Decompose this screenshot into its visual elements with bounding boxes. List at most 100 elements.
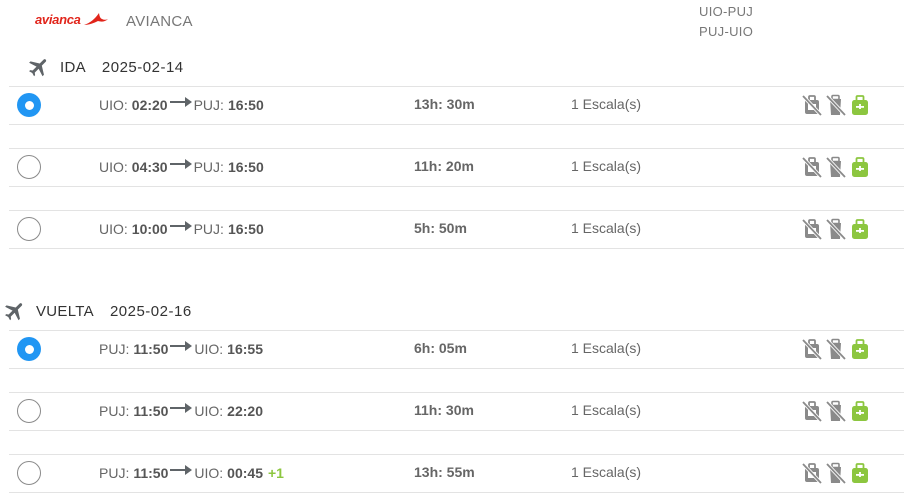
arrow-right-icon (169, 219, 192, 233)
carry-on-bag-icon (850, 156, 870, 178)
arrow-right-icon (169, 157, 192, 171)
carry-on-bag-icon (850, 218, 870, 240)
arrival-time: 16:55 (227, 341, 263, 357)
arrow-right-icon (170, 463, 193, 477)
flight-select-radio[interactable] (17, 93, 41, 117)
departure-time: 02:20 (131, 97, 168, 113)
departure-time: 11:50 (133, 403, 169, 419)
departure-time: 10:00 (131, 221, 168, 237)
no-personal-bag-icon (825, 156, 847, 179)
bird-logo-icon (83, 11, 109, 27)
flight-duration: 13h: 30m (414, 96, 475, 112)
flight-option-row[interactable]: PUJ: 11:50 UIO: 16:55 6h: 05m 1 Escala(s) (9, 330, 904, 369)
origin-code: UIO: (99, 97, 128, 113)
arrival-time: 22:20 (227, 403, 263, 419)
baggage-icons (801, 218, 870, 241)
route-list: UIO-PUJ PUJ-UIO (699, 2, 753, 42)
flight-times: PUJ: 11:50 UIO: 16:55 (99, 341, 263, 357)
arrival-time: 16:50 (227, 97, 264, 113)
carry-on-bag-icon (850, 400, 870, 422)
carry-on-bag-icon (850, 462, 870, 484)
header: avianca AVIANCA UIO-PUJ PUJ-UIO (0, 0, 904, 45)
flight-times: PUJ: 11:50 UIO: 00:45 +1 (99, 465, 284, 481)
airline-logo: avianca (35, 11, 109, 27)
origin-code: PUJ: (99, 465, 130, 481)
flight-stops: 1 Escala(s) (571, 158, 642, 174)
next-day-indicator: +1 (267, 465, 284, 481)
flight-option-row[interactable]: PUJ: 11:50 UIO: 00:45 +1 13h: 55m 1 Escala(s) (9, 454, 904, 493)
flight-duration: 5h: 50m (414, 220, 467, 236)
flight-option-row[interactable]: UIO: 02:20 PUJ: 16:50 13h: 30m 1 Escala(s) (9, 86, 904, 125)
baggage-icons (801, 156, 870, 179)
origin-code: PUJ: (99, 341, 130, 357)
carry-on-bag-icon (850, 338, 870, 360)
no-personal-bag-icon (825, 462, 847, 485)
baggage-icons (801, 338, 870, 361)
arrow-right-icon (169, 95, 192, 109)
flight-times: UIO: 04:30 PUJ: 16:50 (99, 159, 264, 175)
destination-code: PUJ: (193, 221, 224, 237)
no-personal-bag-icon (825, 400, 847, 423)
flight-stops: 1 Escala(s) (571, 464, 642, 480)
airplane-icon (3, 299, 27, 323)
route-outbound: UIO-PUJ (699, 4, 754, 19)
no-checked-bag-icon (801, 338, 823, 361)
flight-stops: 1 Escala(s) (571, 340, 642, 356)
flight-duration: 11h: 20m (414, 158, 474, 174)
no-personal-bag-icon (825, 338, 847, 361)
flight-select-radio[interactable] (17, 155, 41, 179)
destination-code: UIO: (194, 465, 224, 481)
no-checked-bag-icon (801, 156, 823, 179)
section-date: 2025-02-16 (109, 302, 192, 320)
section-date: 2025-02-14 (101, 58, 184, 76)
baggage-icons (801, 400, 870, 423)
arrow-right-icon (170, 401, 193, 415)
departure-time: 04:30 (131, 159, 168, 175)
flight-select-radio[interactable] (17, 461, 41, 485)
baggage-icons (801, 462, 870, 485)
arrival-time: 00:45 (227, 465, 263, 481)
flight-duration: 6h: 05m (414, 340, 467, 356)
destination-code: PUJ: (193, 159, 224, 175)
no-personal-bag-icon (825, 218, 847, 241)
departure-time: 11:50 (133, 341, 169, 357)
flight-option-row[interactable]: PUJ: 11:50 UIO: 22:20 11h: 30m 1 Escala(s) (9, 392, 904, 431)
no-checked-bag-icon (801, 218, 823, 241)
flight-stops: 1 Escala(s) (571, 402, 642, 418)
flight-duration: 13h: 55m (414, 464, 475, 480)
flight-duration: 11h: 30m (414, 402, 474, 418)
route-return: PUJ-UIO (699, 24, 754, 39)
no-personal-bag-icon (825, 94, 847, 117)
flight-times: UIO: 10:00 PUJ: 16:50 (99, 221, 264, 237)
arrival-time: 16:50 (227, 159, 264, 175)
origin-code: PUJ: (99, 403, 130, 419)
baggage-icons (801, 94, 870, 117)
origin-code: UIO: (99, 159, 128, 175)
logo-text: avianca (35, 11, 81, 27)
flight-select-radio[interactable] (17, 217, 41, 241)
flight-stops: 1 Escala(s) (571, 96, 642, 112)
flight-times: PUJ: 11:50 UIO: 22:20 (99, 403, 263, 419)
arrow-right-icon (170, 339, 193, 353)
section-label: IDA (60, 58, 86, 76)
no-checked-bag-icon (801, 94, 823, 117)
no-checked-bag-icon (801, 400, 823, 423)
flight-option-row[interactable]: UIO: 10:00 PUJ: 16:50 5h: 50m 1 Escala(s) (9, 210, 904, 249)
flight-option-row[interactable]: UIO: 04:30 PUJ: 16:50 11h: 20m 1 Escala(s) (9, 148, 904, 187)
destination-code: UIO: (194, 341, 224, 357)
flight-stops: 1 Escala(s) (571, 220, 642, 236)
destination-code: PUJ: (193, 97, 224, 113)
flight-select-radio[interactable] (17, 399, 41, 423)
departure-time: 11:50 (133, 465, 169, 481)
arrival-time: 16:50 (227, 221, 264, 237)
airline-name: AVIANCA (126, 13, 193, 30)
section-label: VUELTA (36, 302, 94, 320)
flight-select-radio[interactable] (17, 337, 41, 361)
carry-on-bag-icon (850, 94, 870, 116)
no-checked-bag-icon (801, 462, 823, 485)
section-header-vuelta: VUELTA 2025-02-16 (3, 299, 192, 323)
destination-code: UIO: (194, 403, 224, 419)
section-header-ida: IDA 2025-02-14 (27, 55, 184, 79)
airplane-icon (27, 55, 51, 79)
origin-code: UIO: (99, 221, 128, 237)
